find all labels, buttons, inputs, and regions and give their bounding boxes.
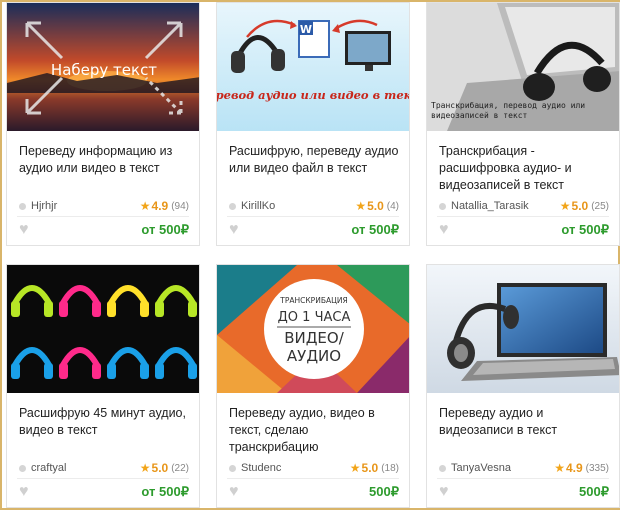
- gig-footer: ♥ от 500₽: [229, 221, 399, 239]
- gig-thumbnail[interactable]: [427, 265, 619, 393]
- rating-value: 5.0: [151, 461, 169, 475]
- thumb-caption-line4: АУДИО: [287, 347, 341, 365]
- gig-footer: ♥ от 500₽: [19, 221, 189, 239]
- review-count: (22): [171, 462, 189, 474]
- review-count: (18): [381, 462, 399, 474]
- review-count: (94): [171, 200, 189, 212]
- gig-footer: ♥ от 500₽: [439, 221, 609, 239]
- gig-title[interactable]: Переведу аудио и видеозаписи в текст: [439, 405, 609, 439]
- online-status-dot: [229, 202, 236, 210]
- gig-meta: Studenc ★ 5.0 (18): [229, 461, 399, 475]
- rating-value: 5.0: [367, 199, 384, 213]
- price-prefix: от: [141, 222, 156, 237]
- online-status-dot: [19, 464, 26, 472]
- gig-footer: ♥ 500₽: [229, 483, 399, 501]
- gig-meta: TanyaVesna ★ 4.9 (335): [439, 461, 609, 475]
- star-icon: ★: [559, 199, 571, 213]
- rating-value: 5.0: [361, 461, 379, 475]
- price-value: 500₽: [579, 484, 609, 499]
- gig-title[interactable]: Расшифрую 45 минут аудио, видео в текст: [19, 405, 189, 439]
- page-frame: Наберу текст Переведу информацию из ауди…: [0, 0, 620, 510]
- star-icon: ★: [355, 199, 367, 213]
- gig-card[interactable]: W Перевод аудио или видео в текст Расшиф…: [216, 2, 410, 246]
- price: от 500₽: [141, 484, 189, 500]
- star-icon: ★: [554, 461, 565, 475]
- review-count: (335): [585, 462, 609, 474]
- star-icon: ★: [139, 199, 151, 213]
- price-prefix: от: [351, 222, 366, 237]
- gig-title[interactable]: Расшифрую, переведу аудио или видео файл…: [229, 143, 399, 177]
- seller-name[interactable]: craftyal: [31, 462, 140, 474]
- price: от 500₽: [351, 222, 399, 238]
- divider: [17, 216, 189, 217]
- favorite-heart-icon[interactable]: ♥: [439, 221, 449, 239]
- seller-name[interactable]: Studenc: [241, 462, 350, 474]
- gig-thumbnail[interactable]: W Перевод аудио или видео в текст: [217, 3, 409, 131]
- online-status-dot: [439, 464, 446, 472]
- price: 500₽: [369, 484, 399, 500]
- seller-name[interactable]: KirillKo: [241, 200, 355, 212]
- online-status-dot: [19, 202, 26, 210]
- gig-title[interactable]: Переведу информацию из аудио или видео в…: [19, 143, 189, 177]
- thumb-caption: Наберу текст: [51, 61, 157, 79]
- review-count: (25): [591, 200, 609, 212]
- gig-thumbnail[interactable]: [7, 265, 199, 393]
- gig-meta: KirillKo ★ 5.0 (4): [229, 199, 399, 213]
- divider: [437, 216, 609, 217]
- price-value: 500₽: [369, 222, 399, 237]
- gig-footer: ♥ от 500₽: [19, 483, 189, 501]
- star-icon: ★: [139, 461, 151, 475]
- favorite-heart-icon[interactable]: ♥: [19, 221, 29, 239]
- favorite-heart-icon[interactable]: ♥: [229, 221, 239, 239]
- gig-footer: ♥ 500₽: [439, 483, 609, 501]
- favorite-heart-icon[interactable]: ♥: [19, 483, 29, 501]
- price-prefix: от: [141, 484, 156, 499]
- rating-value: 4.9: [565, 461, 583, 475]
- price-value: 500₽: [159, 484, 189, 499]
- thumb-caption-line1: ТРАНСКРИБАЦИЯ: [279, 296, 348, 305]
- online-status-dot: [229, 464, 236, 472]
- online-status-dot: [439, 202, 446, 210]
- seller-name[interactable]: Hjrhjr: [31, 200, 140, 212]
- divider: [437, 478, 609, 479]
- seller-name[interactable]: TanyaVesna: [451, 462, 554, 474]
- gig-meta: craftyal ★ 5.0 (22): [19, 461, 189, 475]
- price: от 500₽: [561, 222, 609, 238]
- thumb-caption: Перевод аудио или видео в текст: [217, 88, 409, 102]
- gig-thumbnail[interactable]: Наберу текст: [7, 3, 199, 131]
- thumb-caption: Транскрибация, перевод аудио или видеоза…: [431, 101, 586, 120]
- review-count: (4): [386, 200, 399, 212]
- rating-value: 4.9: [151, 199, 169, 213]
- gig-card[interactable]: Транскрибация, перевод аудио или видеоза…: [426, 2, 620, 246]
- gig-thumbnail[interactable]: Транскрибация, перевод аудио или видеоза…: [427, 3, 619, 131]
- seller-name[interactable]: Natallia_Tarasik: [451, 200, 560, 212]
- price-prefix: от: [561, 222, 576, 237]
- price-value: 500₽: [369, 484, 399, 499]
- gig-thumbnail[interactable]: ТРАНСКРИБАЦИЯ ДО 1 ЧАСА ВИДЕО/ АУДИО: [217, 265, 409, 393]
- divider: [227, 478, 399, 479]
- thumb-caption-line3: ВИДЕО/: [284, 329, 345, 347]
- price-value: 500₽: [159, 222, 189, 237]
- gig-card[interactable]: Расшифрую 45 минут аудио, видео в текст …: [6, 264, 200, 508]
- favorite-heart-icon[interactable]: ♥: [439, 483, 449, 501]
- gig-grid: Наберу текст Переведу информацию из ауди…: [6, 2, 620, 508]
- gig-title[interactable]: Переведу аудио, видео в текст, сделаю тр…: [229, 405, 399, 456]
- divider: [227, 216, 399, 217]
- gig-card[interactable]: Наберу текст Переведу информацию из ауди…: [6, 2, 200, 246]
- thumb-caption-line2: ДО 1 ЧАСА: [278, 310, 351, 325]
- word-doc-icon: W: [300, 23, 312, 36]
- gig-meta: Hjrhjr ★ 4.9 (94): [19, 199, 189, 213]
- price: 500₽: [579, 484, 609, 500]
- gig-card[interactable]: Переведу аудио и видеозаписи в текст Tan…: [426, 264, 620, 508]
- star-icon: ★: [349, 461, 361, 475]
- rating-value: 5.0: [571, 199, 589, 213]
- gig-card[interactable]: ТРАНСКРИБАЦИЯ ДО 1 ЧАСА ВИДЕО/ АУДИО Пер…: [216, 264, 410, 508]
- price: от 500₽: [141, 222, 189, 238]
- gig-meta: Natallia_Tarasik ★ 5.0 (25): [439, 199, 609, 213]
- favorite-heart-icon[interactable]: ♥: [229, 483, 239, 501]
- gig-title[interactable]: Транскрибация - расшифровка аудио- и вид…: [439, 143, 609, 194]
- price-value: 500₽: [579, 222, 609, 237]
- divider: [17, 478, 189, 479]
